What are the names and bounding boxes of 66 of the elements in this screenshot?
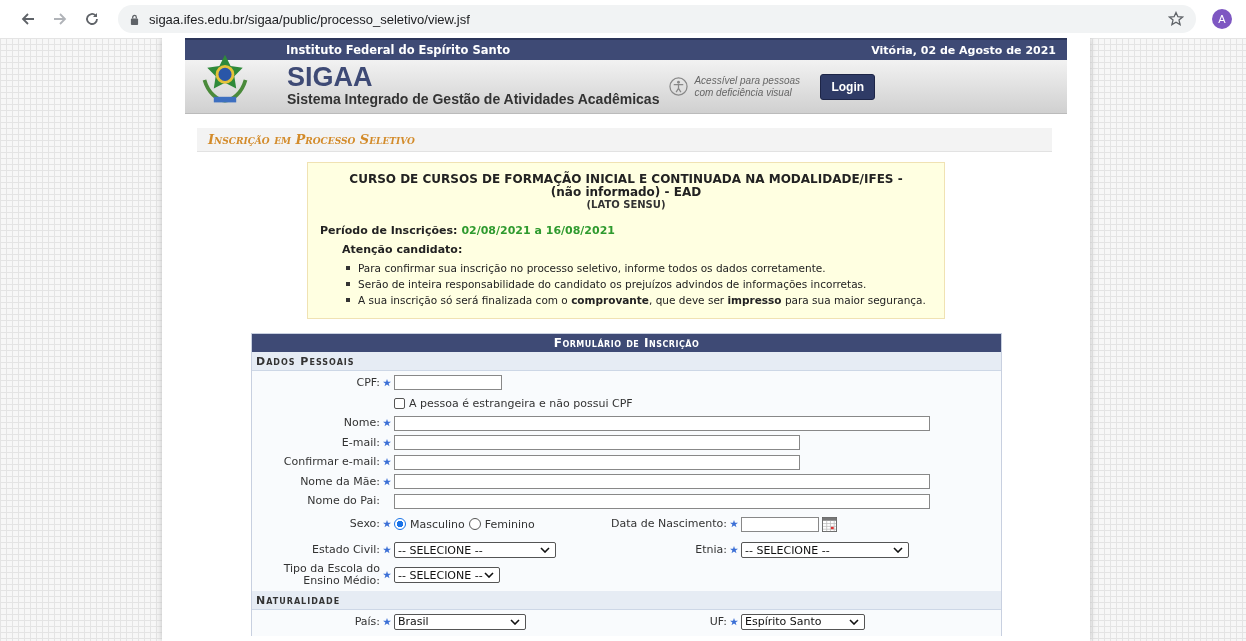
lock-icon	[130, 13, 139, 25]
radio-label: Masculino	[410, 517, 465, 531]
field-label: Data de Nascimento:	[611, 517, 727, 530]
text-input[interactable]	[394, 415, 930, 431]
checkbox[interactable]	[394, 397, 405, 409]
date-input[interactable]	[741, 516, 819, 532]
dropdown-select[interactable]: Espírito Santo	[741, 613, 865, 630]
course-title: CURSO DE CURSOS DE FORMAÇÃO INICIAL E CONTINUADA NA MODALIDADE/IFES - (não informado) - EAD	[348, 173, 904, 199]
dropdown-select[interactable]: -- SELECIONE --	[741, 542, 909, 558]
bullet-icon	[346, 298, 350, 302]
field-label: CPF:	[356, 375, 380, 389]
notice-item: A sua inscrição só será finalizada com o comprovante, que deve ser impresso para sua maior segurança.	[358, 293, 926, 308]
text-input[interactable]	[394, 454, 800, 470]
course-level: (LATO SENSU)	[585, 199, 667, 210]
notice-item: Para confirmar sua inscrição no processo seletivo, informe todos os dados corretamente.	[358, 261, 826, 276]
checkbox-label: A pessoa é estrangeira e não possui CPF	[409, 396, 633, 410]
dropdown-select[interactable]: -- SELECIONE --	[394, 542, 556, 558]
system-full-name: Sistema Integrado de Gestão de Atividades Acadêmicas	[287, 91, 660, 107]
bullet-icon	[346, 282, 350, 286]
institution-name: Instituto Federal do Espírito Santo	[286, 43, 511, 57]
field-label: Sexo:	[349, 517, 380, 530]
system-logo-text: SIGAA	[287, 64, 374, 91]
calendar-icon[interactable]	[822, 516, 837, 532]
field-label: Tipo da Escola do Ensino Médio:	[283, 562, 380, 587]
text-input[interactable]	[394, 474, 930, 490]
chevron-down-icon	[893, 547, 903, 553]
chevron-down-icon	[510, 618, 520, 625]
radio-label: Feminino	[484, 517, 535, 531]
profile-avatar[interactable]: A	[1212, 9, 1232, 29]
text-input[interactable]	[394, 493, 930, 509]
login-button[interactable]: Login	[820, 73, 876, 100]
address-bar[interactable]: sigaa.ifes.edu.br/sigaa/public/processo_seletivo/view.jsf	[118, 5, 1196, 33]
section-title: Dados Pessoais	[256, 354, 355, 368]
field-label: E-mail:	[341, 435, 380, 449]
radio-button[interactable]	[394, 518, 406, 530]
chevron-down-icon	[484, 572, 494, 578]
field-label: Nome da Mãe:	[300, 474, 380, 488]
back-icon[interactable]	[20, 11, 36, 27]
radio-button[interactable]	[468, 518, 481, 530]
field-label: Estado Civil:	[312, 543, 380, 556]
reload-icon[interactable]	[84, 11, 100, 27]
field-label: País:	[354, 614, 380, 628]
field-label: Confirmar e-mail:	[283, 455, 380, 469]
form-title: Formulário de Inscrição	[553, 336, 700, 350]
period-label: Período de Inscrições:	[320, 224, 458, 237]
period-dates: 02/08/2021 a 16/08/2021	[461, 224, 615, 237]
field-label: Etnia:	[695, 543, 727, 556]
text-input[interactable]	[394, 435, 800, 451]
dropdown-select[interactable]: -- SELECIONE --	[394, 567, 500, 583]
section-title: Naturalidade	[256, 593, 341, 607]
text-input[interactable]	[394, 375, 502, 391]
field-label: Nome do Pai:	[307, 494, 380, 508]
dropdown-select[interactable]: Brasil	[394, 613, 526, 630]
star-icon[interactable]	[1168, 11, 1184, 27]
notice-item: Serão de inteira responsabilidade do candidato os prejuízos advindos de informações incorretas.	[358, 277, 867, 292]
date-text: Vitória, 02 de Agosto de 2021	[871, 43, 1056, 57]
field-label: Nome:	[343, 416, 380, 430]
page-title: Inscrição em Processo Seletivo	[208, 132, 415, 147]
chevron-down-icon	[540, 547, 550, 553]
forward-icon[interactable]	[52, 11, 68, 27]
attention-heading: Atenção candidato:	[342, 243, 464, 256]
accessibility-icon[interactable]	[669, 77, 689, 96]
chevron-down-icon	[849, 618, 859, 625]
accessibility-link[interactable]: Acessível para pessoas com deficiência visual	[694, 74, 803, 99]
bullet-icon	[346, 266, 350, 270]
field-label: UF:	[709, 614, 727, 628]
